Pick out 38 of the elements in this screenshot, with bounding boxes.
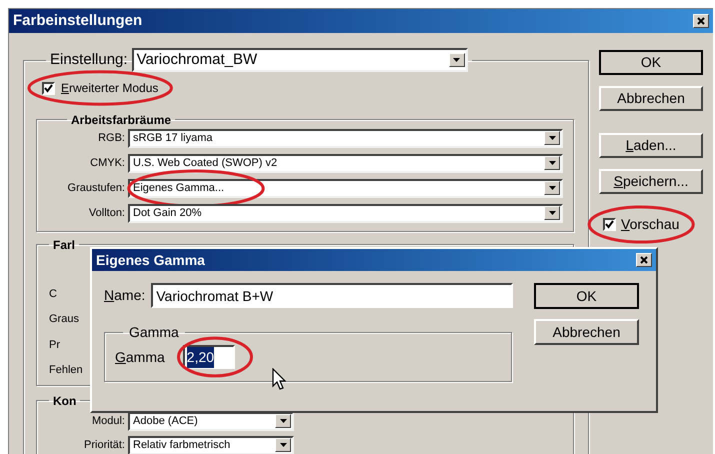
close-icon[interactable] — [636, 253, 652, 267]
setting-label: Einstellung: — [50, 50, 128, 70]
field-label: Name: — [104, 286, 146, 305]
window-title: Eigenes Gamma — [96, 250, 205, 270]
dialog-button[interactable]: OK — [599, 50, 703, 75]
group-title: Gamma — [128, 323, 180, 342]
close-icon[interactable] — [693, 14, 709, 28]
dialog-button[interactable]: Speichern... — [599, 169, 703, 194]
group-title: Arbeitsfarbräume — [70, 112, 172, 128]
mouse-cursor-icon — [272, 368, 286, 390]
field-label: Graus — [49, 312, 79, 327]
name-input[interactable]: Variochromat B+W — [151, 283, 514, 308]
group-title: Kon — [52, 392, 78, 410]
dialog-button[interactable]: OK — [534, 283, 639, 309]
field-label: Priorität: — [83, 438, 125, 453]
dialog-button[interactable]: Abbrechen — [534, 319, 639, 345]
dropdown-field[interactable]: U.S. Web Coated (SWOP) v2 — [128, 154, 563, 172]
dropdown-field[interactable]: Relativ farbmetrisch — [128, 436, 294, 454]
field-label: RGB: — [97, 130, 125, 146]
checkbox[interactable] — [42, 82, 55, 94]
field-label: C — [49, 286, 57, 302]
group-title: Farl — [52, 236, 76, 254]
dropdown-field[interactable]: Eigenes Gamma... — [128, 178, 563, 198]
field-label: Graustufen: — [66, 180, 125, 196]
field-label: Modul: — [90, 414, 125, 429]
dropdown-field[interactable]: sRGB 17 liyama — [128, 128, 563, 148]
gamma-input[interactable]: 2,20 — [182, 345, 235, 369]
dropdown-field[interactable]: Variochromat_BW — [132, 48, 468, 72]
dialog-button[interactable]: Abbrechen — [599, 86, 703, 111]
checkbox[interactable] — [603, 218, 616, 231]
field-label: CMYK: — [89, 156, 125, 171]
field-label: Vollton: — [88, 206, 125, 221]
window-title: Farbeinstellungen — [13, 10, 142, 31]
field-label: Pr — [49, 338, 60, 352]
dropdown-field[interactable]: Dot Gain 20% — [128, 204, 563, 222]
dialog-button[interactable]: Laden... — [599, 133, 703, 158]
field-label: Gamma — [115, 348, 165, 366]
field-label: Fehlen — [49, 363, 83, 378]
